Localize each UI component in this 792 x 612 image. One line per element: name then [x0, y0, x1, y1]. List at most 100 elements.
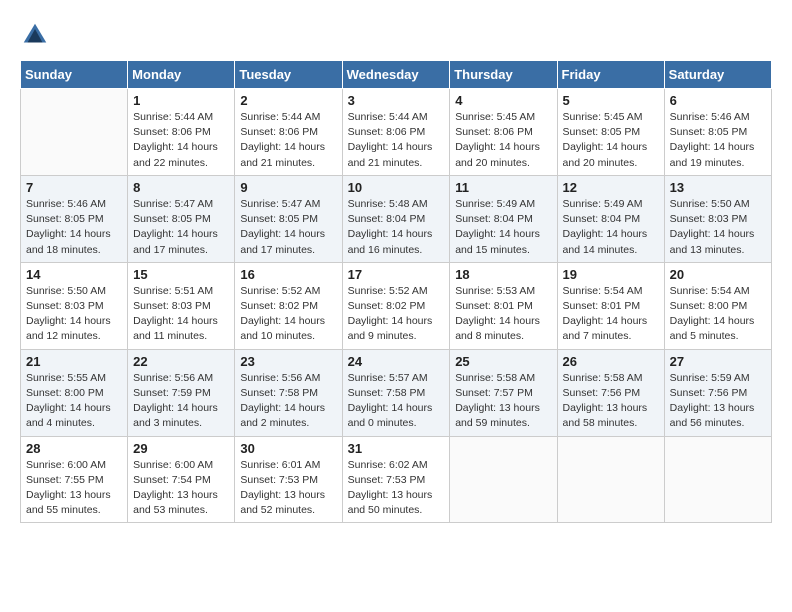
calendar-cell: 27 Sunrise: 5:59 AMSunset: 7:56 PMDayligh… — [664, 349, 771, 436]
weekday-header-monday: Monday — [128, 61, 235, 89]
day-number: 27 — [670, 354, 766, 369]
day-number: 19 — [563, 267, 659, 282]
day-info: Sunrise: 5:58 AMSunset: 7:57 PMDaylight:… — [455, 371, 551, 432]
day-info: Sunrise: 6:02 AMSunset: 7:53 PMDaylight:… — [348, 458, 445, 519]
calendar-week-2: 7Sunrise: 5:46 AMSunset: 8:05 PMDaylight… — [21, 175, 772, 262]
day-info: Sunrise: 5:52 AMSunset: 8:02 PMDaylight:… — [240, 284, 336, 345]
day-number: 25 — [455, 354, 551, 369]
day-number: 24 — [348, 354, 445, 369]
calendar-cell: 6Sunrise: 5:46 AMSunset: 8:05 PMDaylight… — [664, 89, 771, 176]
calendar-cell: 22 Sunrise: 5:56 AMSunset: 7:59 PMDayligh… — [128, 349, 235, 436]
calendar-cell: 14 Sunrise: 5:50 AMSunset: 8:03 PMDayligh… — [21, 262, 128, 349]
calendar-cell: 18 Sunrise: 5:53 AMSunset: 8:01 PMDayligh… — [450, 262, 557, 349]
day-number: 14 — [26, 267, 122, 282]
calendar-cell: 3Sunrise: 5:44 AMSunset: 8:06 PMDaylight… — [342, 89, 450, 176]
day-number: 28 — [26, 441, 122, 456]
calendar-cell: 15 Sunrise: 5:51 AMSunset: 8:03 PMDayligh… — [128, 262, 235, 349]
day-number: 22 — [133, 354, 229, 369]
day-info: Sunrise: 5:48 AMSunset: 8:04 PMDaylight:… — [348, 197, 445, 258]
day-number: 17 — [348, 267, 445, 282]
calendar-cell: 21 Sunrise: 5:55 AMSunset: 8:00 PMDayligh… — [21, 349, 128, 436]
day-info: Sunrise: 5:56 AMSunset: 7:58 PMDaylight:… — [240, 371, 336, 432]
day-number: 18 — [455, 267, 551, 282]
day-info: Sunrise: 5:54 AMSunset: 8:01 PMDaylight:… — [563, 284, 659, 345]
day-number: 2 — [240, 93, 336, 108]
day-info: Sunrise: 5:58 AMSunset: 7:56 PMDaylight:… — [563, 371, 659, 432]
day-number: 10 — [348, 180, 445, 195]
calendar-cell: 23 Sunrise: 5:56 AMSunset: 7:58 PMDayligh… — [235, 349, 342, 436]
day-number: 23 — [240, 354, 336, 369]
day-info: Sunrise: 5:44 AMSunset: 8:06 PMDaylight:… — [240, 110, 336, 171]
day-info: Sunrise: 5:46 AMSunset: 8:05 PMDaylight:… — [26, 197, 122, 258]
day-number: 21 — [26, 354, 122, 369]
day-info: Sunrise: 5:56 AMSunset: 7:59 PMDaylight:… — [133, 371, 229, 432]
day-number: 15 — [133, 267, 229, 282]
calendar-cell: 20 Sunrise: 5:54 AMSunset: 8:00 PMDayligh… — [664, 262, 771, 349]
day-info: Sunrise: 5:45 AMSunset: 8:05 PMDaylight:… — [563, 110, 659, 171]
day-number: 3 — [348, 93, 445, 108]
weekday-header-tuesday: Tuesday — [235, 61, 342, 89]
calendar-week-4: 21 Sunrise: 5:55 AMSunset: 8:00 PMDayligh… — [21, 349, 772, 436]
day-info: Sunrise: 5:50 AMSunset: 8:03 PMDaylight:… — [670, 197, 766, 258]
day-number: 9 — [240, 180, 336, 195]
day-number: 6 — [670, 93, 766, 108]
calendar-cell: 25 Sunrise: 5:58 AMSunset: 7:57 PMDayligh… — [450, 349, 557, 436]
day-info: Sunrise: 5:51 AMSunset: 8:03 PMDaylight:… — [133, 284, 229, 345]
logo-icon — [20, 20, 50, 50]
day-info: Sunrise: 5:47 AMSunset: 8:05 PMDaylight:… — [240, 197, 336, 258]
day-number: 4 — [455, 93, 551, 108]
day-number: 16 — [240, 267, 336, 282]
calendar-cell: 11Sunrise: 5:49 AMSunset: 8:04 PMDayligh… — [450, 175, 557, 262]
calendar-cell: 4 Sunrise: 5:45 AMSunset: 8:06 PMDaylight… — [450, 89, 557, 176]
calendar-cell: 24 Sunrise: 5:57 AMSunset: 7:58 PMDayligh… — [342, 349, 450, 436]
day-info: Sunrise: 5:45 AMSunset: 8:06 PMDaylight:… — [455, 110, 551, 171]
calendar-table: SundayMondayTuesdayWednesdayThursdayFrid… — [20, 60, 772, 523]
calendar-cell: 2 Sunrise: 5:44 AMSunset: 8:06 PMDaylight… — [235, 89, 342, 176]
calendar-cell — [664, 436, 771, 523]
calendar-cell: 10 Sunrise: 5:48 AMSunset: 8:04 PMDayligh… — [342, 175, 450, 262]
calendar-cell: 1 Sunrise: 5:44 AMSunset: 8:06 PMDaylight… — [128, 89, 235, 176]
calendar-cell: 9 Sunrise: 5:47 AMSunset: 8:05 PMDaylight… — [235, 175, 342, 262]
day-number: 13 — [670, 180, 766, 195]
day-info: Sunrise: 5:53 AMSunset: 8:01 PMDaylight:… — [455, 284, 551, 345]
day-info: Sunrise: 5:54 AMSunset: 8:00 PMDaylight:… — [670, 284, 766, 345]
day-number: 12 — [563, 180, 659, 195]
day-number: 26 — [563, 354, 659, 369]
day-info: Sunrise: 5:55 AMSunset: 8:00 PMDaylight:… — [26, 371, 122, 432]
day-number: 1 — [133, 93, 229, 108]
weekday-header-row: SundayMondayTuesdayWednesdayThursdayFrid… — [21, 61, 772, 89]
calendar-week-1: 1 Sunrise: 5:44 AMSunset: 8:06 PMDaylight… — [21, 89, 772, 176]
calendar-week-3: 14 Sunrise: 5:50 AMSunset: 8:03 PMDayligh… — [21, 262, 772, 349]
weekday-header-saturday: Saturday — [664, 61, 771, 89]
day-number: 5 — [563, 93, 659, 108]
weekday-header-wednesday: Wednesday — [342, 61, 450, 89]
day-info: Sunrise: 5:57 AMSunset: 7:58 PMDaylight:… — [348, 371, 445, 432]
page-header — [20, 20, 772, 50]
day-number: 20 — [670, 267, 766, 282]
calendar-cell — [21, 89, 128, 176]
day-number: 29 — [133, 441, 229, 456]
day-info: Sunrise: 6:00 AMSunset: 7:54 PMDaylight:… — [133, 458, 229, 519]
day-number: 30 — [240, 441, 336, 456]
day-info: Sunrise: 5:49 AMSunset: 8:04 PMDaylight:… — [563, 197, 659, 258]
day-info: Sunrise: 5:44 AMSunset: 8:06 PMDaylight:… — [133, 110, 229, 171]
day-info: Sunrise: 5:59 AMSunset: 7:56 PMDaylight:… — [670, 371, 766, 432]
calendar-cell: 7Sunrise: 5:46 AMSunset: 8:05 PMDaylight… — [21, 175, 128, 262]
calendar-cell — [450, 436, 557, 523]
day-info: Sunrise: 6:00 AMSunset: 7:55 PMDaylight:… — [26, 458, 122, 519]
day-number: 11 — [455, 180, 551, 195]
calendar-cell: 30 Sunrise: 6:01 AMSunset: 7:53 PMDayligh… — [235, 436, 342, 523]
day-info: Sunrise: 5:50 AMSunset: 8:03 PMDaylight:… — [26, 284, 122, 345]
calendar-cell: 8Sunrise: 5:47 AMSunset: 8:05 PMDaylight… — [128, 175, 235, 262]
calendar-cell: 16 Sunrise: 5:52 AMSunset: 8:02 PMDayligh… — [235, 262, 342, 349]
day-info: Sunrise: 6:01 AMSunset: 7:53 PMDaylight:… — [240, 458, 336, 519]
calendar-cell: 13 Sunrise: 5:50 AMSunset: 8:03 PMDayligh… — [664, 175, 771, 262]
calendar-cell: 5 Sunrise: 5:45 AMSunset: 8:05 PMDaylight… — [557, 89, 664, 176]
calendar-cell — [557, 436, 664, 523]
weekday-header-sunday: Sunday — [21, 61, 128, 89]
calendar-cell: 26 Sunrise: 5:58 AMSunset: 7:56 PMDayligh… — [557, 349, 664, 436]
calendar-week-5: 28 Sunrise: 6:00 AMSunset: 7:55 PMDayligh… — [21, 436, 772, 523]
logo — [20, 20, 54, 50]
calendar-cell: 12 Sunrise: 5:49 AMSunset: 8:04 PMDayligh… — [557, 175, 664, 262]
calendar-cell: 29 Sunrise: 6:00 AMSunset: 7:54 PMDayligh… — [128, 436, 235, 523]
